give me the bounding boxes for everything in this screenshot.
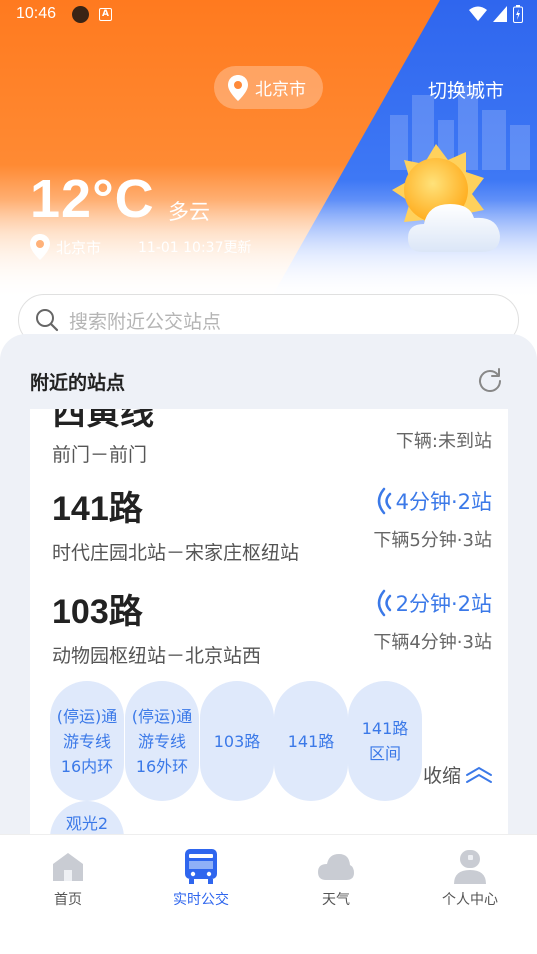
- update-time: 11-01 10:37更新: [138, 240, 252, 256]
- route-eta-main: 2分钟·2站: [372, 588, 492, 618]
- status-right-icons: [469, 5, 523, 23]
- nav-profile[interactable]: 个人中心: [425, 847, 515, 909]
- route-direction: 前门－前门: [52, 444, 148, 466]
- battery-icon: [513, 5, 523, 23]
- nearby-title: 附近的站点: [30, 368, 142, 398]
- nav-realtime-bus[interactable]: 实时公交: [156, 847, 246, 909]
- location-pin-icon: [228, 74, 248, 101]
- collapse-label: 收缩: [423, 765, 462, 787]
- route-direction: 动物园枢纽站－北京站西: [52, 645, 262, 667]
- partly-cloudy-icon: [392, 144, 500, 252]
- route-chip[interactable]: (停运)通游专线16外环: [125, 681, 199, 801]
- search-placeholder: 搜索附近公交站点: [69, 310, 222, 333]
- weather-condition: 多云: [168, 200, 210, 224]
- route-eta-text: 4分钟·2站: [395, 490, 492, 514]
- route-eta-main: 4分钟·2站: [372, 486, 492, 516]
- search-icon: [36, 309, 59, 332]
- route-item[interactable]: 141路 时代庄园北站－宋家庄枢纽站: [52, 481, 299, 565]
- wifi-icon: [469, 6, 487, 21]
- current-location: 北京市: [30, 234, 101, 260]
- location-pin-icon: [30, 234, 50, 260]
- signal-icon: [493, 6, 507, 22]
- signal-wave-icon: [377, 589, 391, 617]
- status-time: 10:46: [16, 5, 57, 22]
- notification-a-icon: A: [99, 8, 112, 21]
- nearby-routes-card: 西黄线 前门－前门 下辆:未到站 141路 时代庄园北站－宋家庄枢纽站 4分钟·…: [30, 409, 508, 849]
- route-chip[interactable]: (停运)通游专线16内环: [50, 681, 124, 801]
- user-icon: [454, 850, 486, 884]
- nav-home-label: 首页: [54, 892, 82, 908]
- bottom-nav: 首页 实时公交 天气 个人中心: [0, 834, 537, 954]
- collapse-button[interactable]: 收缩: [423, 761, 493, 788]
- signal-wave-icon: [377, 487, 391, 515]
- route-direction: 时代庄园北站－宋家庄枢纽站: [52, 542, 300, 564]
- route-eta: 4分钟·2站 下辆5分钟·3站: [372, 486, 492, 552]
- route-next-bus: 下辆4分钟·3站: [373, 632, 492, 653]
- route-chip[interactable]: 141路区间: [348, 681, 422, 801]
- notification-dot-icon: [72, 6, 89, 23]
- nav-profile-label: 个人中心: [442, 892, 498, 908]
- route-eta-text: 2分钟·2站: [395, 592, 492, 616]
- route-name: 103路: [52, 593, 143, 631]
- route-name: 141路: [52, 490, 143, 528]
- bus-icon: [185, 849, 217, 884]
- current-location-label: 北京市: [56, 238, 102, 257]
- nav-weather-label: 天气: [322, 892, 350, 908]
- route-eta: 2分钟·2站 下辆4分钟·3站: [372, 588, 492, 654]
- route-name: 西黄线: [52, 409, 154, 432]
- route-eta: 下辆:未到站: [396, 427, 492, 453]
- cloud-icon: [318, 854, 354, 880]
- nav-home[interactable]: 首页: [23, 847, 113, 909]
- chevron-up-icon: [466, 766, 493, 783]
- nav-weather[interactable]: 天气: [291, 847, 381, 909]
- status-bar: 10:46 A: [0, 0, 537, 30]
- route-next-bus: 下辆5分钟·3站: [373, 530, 492, 551]
- route-item[interactable]: 西黄线 前门－前门: [52, 409, 154, 467]
- route-next-bus: 下辆:未到站: [395, 431, 492, 452]
- location-pill[interactable]: 北京市: [214, 66, 323, 109]
- location-pill-label: 北京市: [255, 80, 306, 100]
- nav-realtime-bus-label: 实时公交: [173, 892, 229, 908]
- home-icon: [53, 853, 83, 881]
- route-item[interactable]: 103路 动物园枢纽站－北京站西: [52, 584, 261, 668]
- nearby-title-label: 附近的站点: [30, 372, 126, 394]
- route-chip[interactable]: 141路: [274, 681, 348, 801]
- refresh-icon[interactable]: [476, 366, 504, 394]
- switch-city-button[interactable]: 切换城市: [428, 76, 504, 103]
- temperature: 12°C: [30, 169, 155, 229]
- route-chip[interactable]: 103路: [200, 681, 274, 801]
